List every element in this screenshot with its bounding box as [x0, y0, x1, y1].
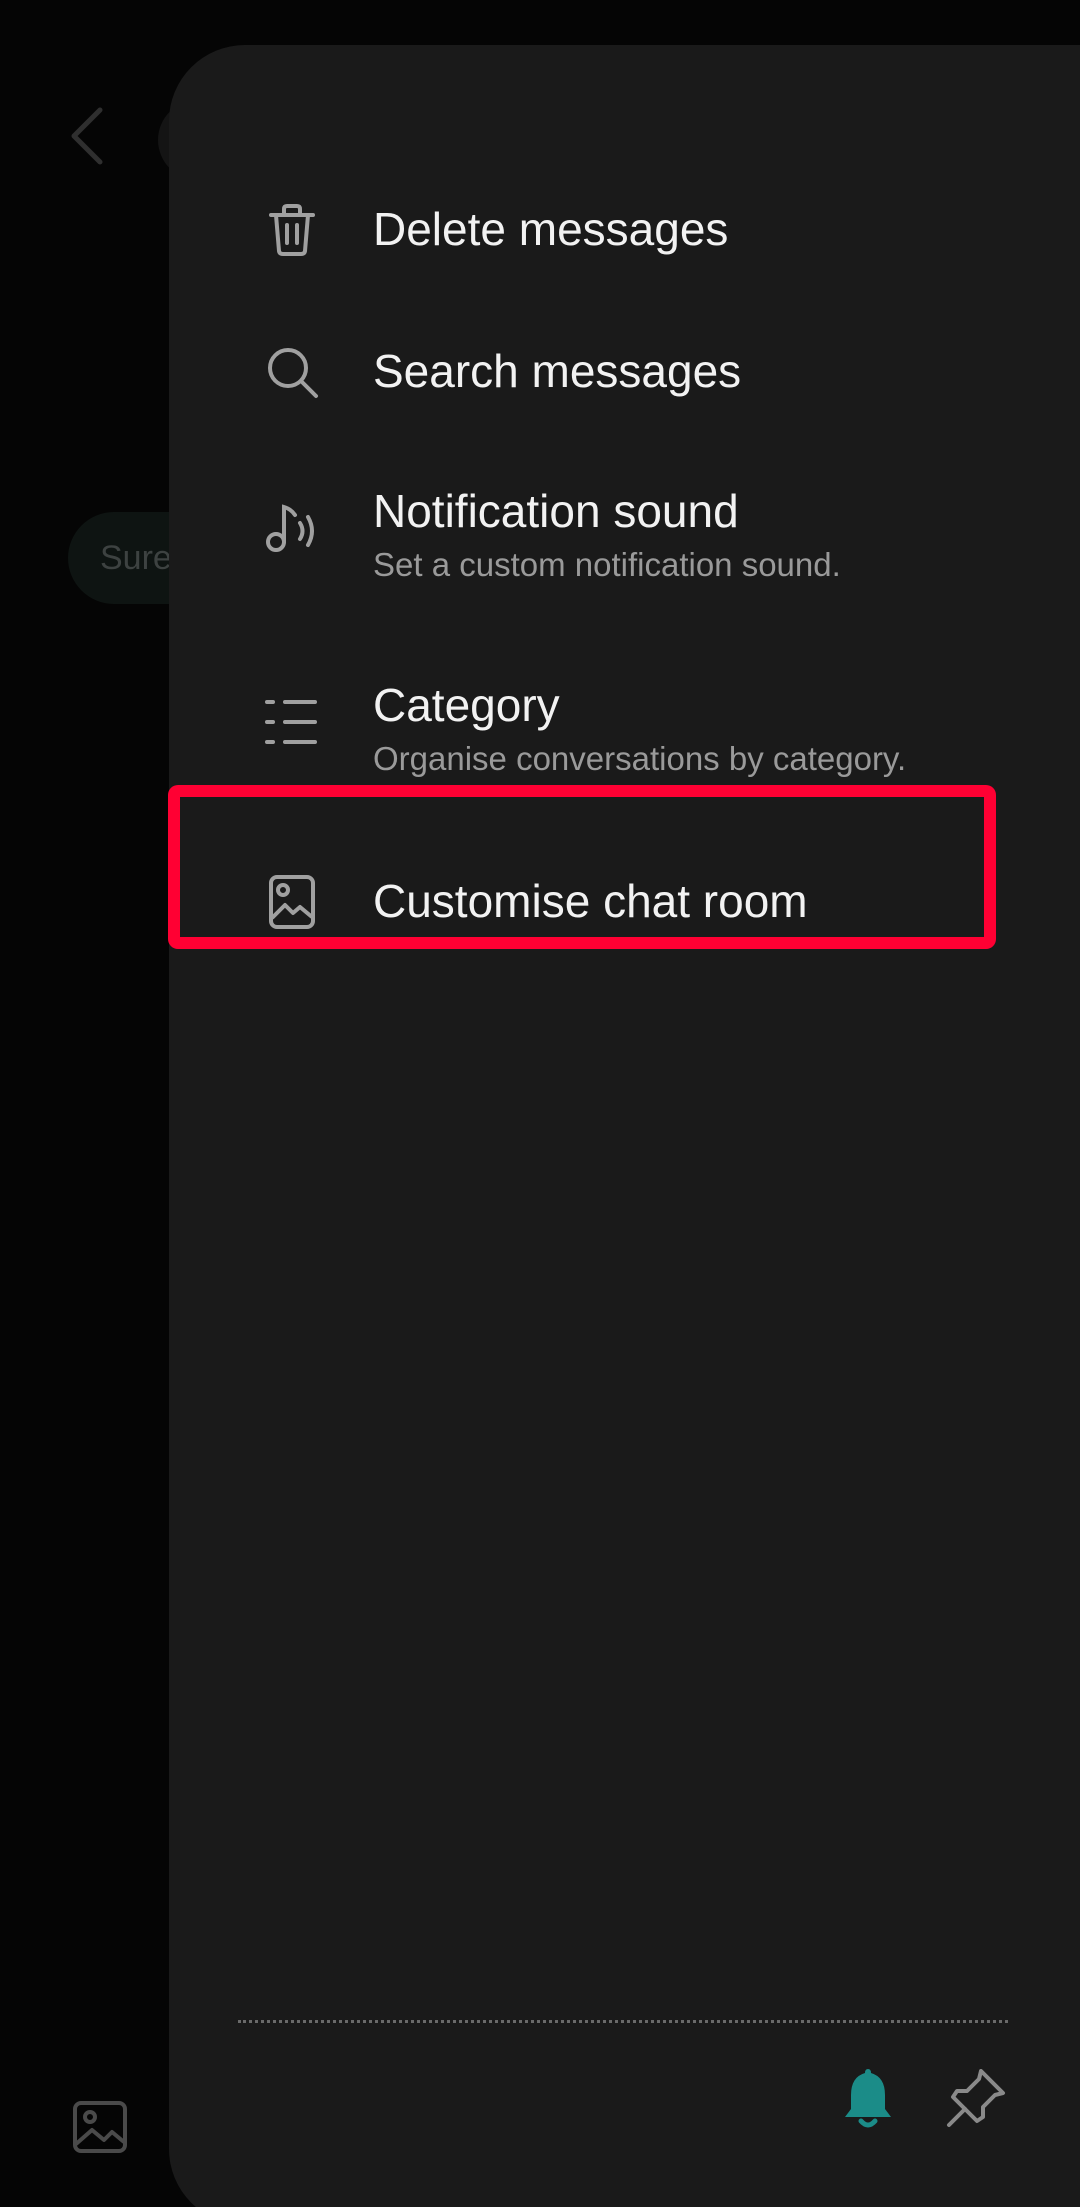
- menu-item-subtitle: Organise conversations by category.: [373, 740, 907, 777]
- pin-icon[interactable]: [941, 2063, 1011, 2133]
- dotted-divider: [238, 2020, 1008, 2023]
- trash-icon: [269, 204, 315, 256]
- side-drawer: Delete messages Search messages Notifica…: [168, 45, 1080, 2207]
- gallery-icon[interactable]: [72, 2100, 128, 2154]
- menu-item-title: Customise chat room: [373, 875, 808, 927]
- menu-item-customise-chat-room[interactable]: Customise chat room: [169, 839, 1080, 969]
- image-icon: [269, 875, 315, 929]
- list-icon: [265, 700, 317, 744]
- menu-item-notification-sound[interactable]: Notification sound Set a custom notifica…: [169, 445, 1080, 615]
- menu-item-delete-messages[interactable]: Delete messages: [169, 165, 1080, 295]
- menu-item-title: Delete messages: [373, 203, 729, 255]
- menu-item-title: Notification sound: [373, 485, 739, 537]
- music-note-icon: [266, 504, 314, 552]
- menu-item-title: Search messages: [373, 345, 742, 397]
- menu-item-search-messages[interactable]: Search messages: [169, 307, 1080, 437]
- bell-icon[interactable]: [833, 2063, 903, 2133]
- search-icon: [268, 348, 318, 398]
- menu-item-subtitle: Set a custom notification sound.: [373, 546, 841, 583]
- screen: Sure Delete messages Search messages Not…: [0, 0, 1080, 2207]
- menu-item-category[interactable]: Category Organise conversations by categ…: [169, 639, 1080, 809]
- message-bubble-text: Sure: [100, 539, 172, 577]
- menu-item-title: Category: [373, 679, 560, 731]
- back-arrow-icon[interactable]: [66, 104, 110, 168]
